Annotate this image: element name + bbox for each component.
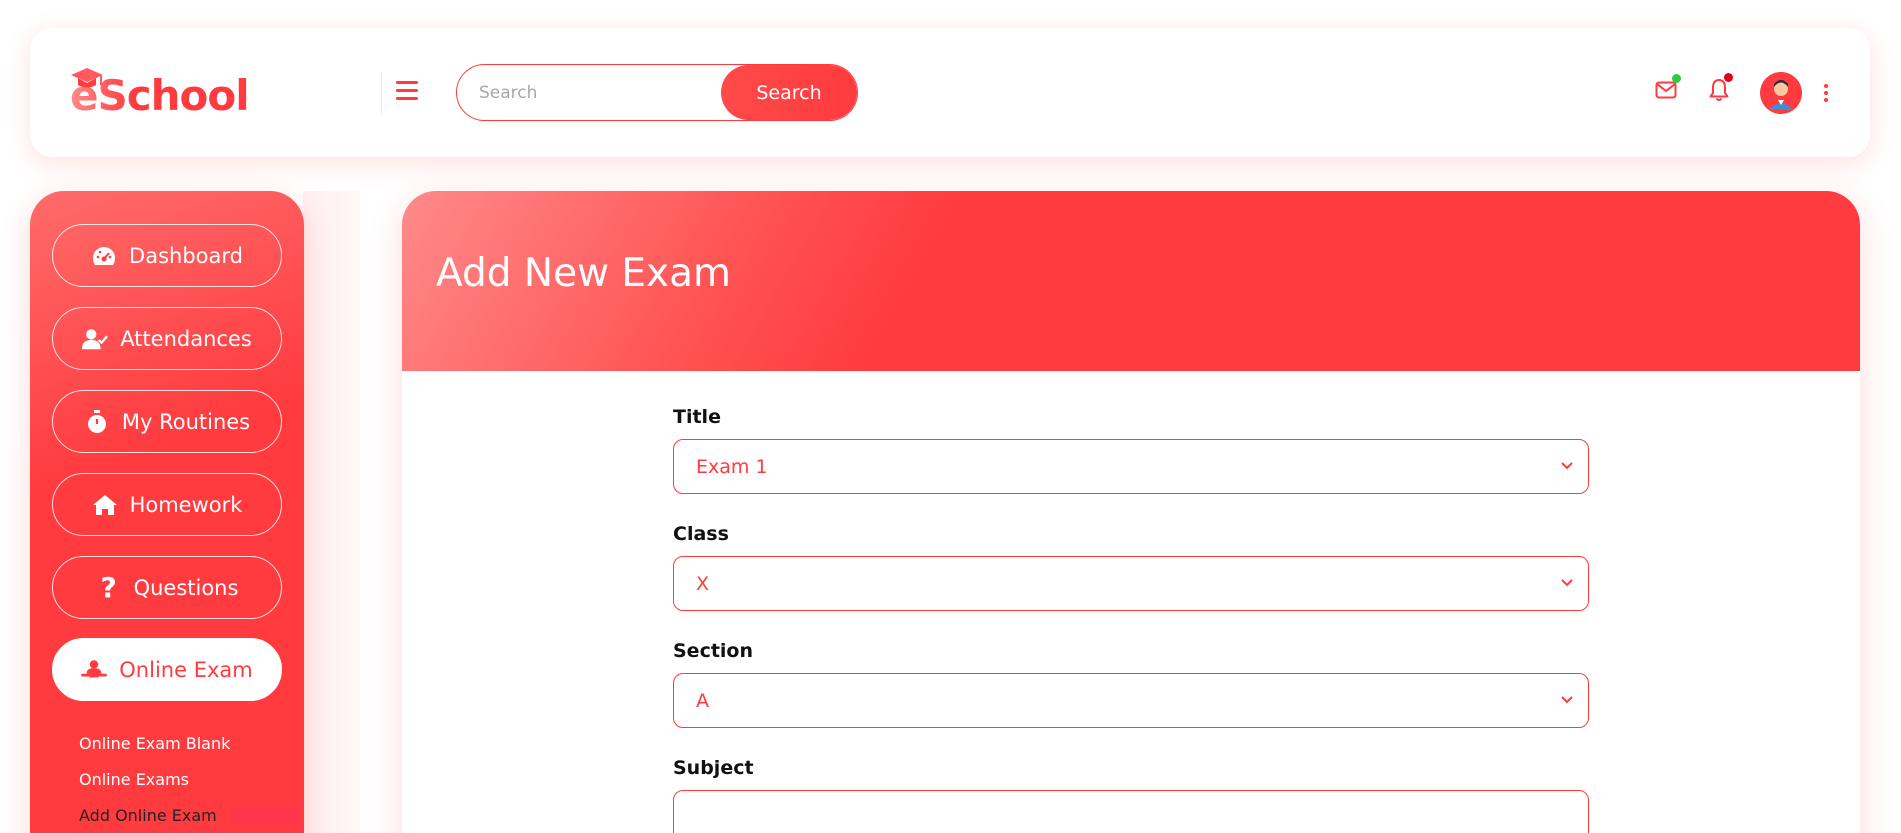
sidebar-item-homework[interactable]: Homework: [52, 473, 282, 536]
title-select[interactable]: Exam 1: [673, 439, 1589, 494]
header-divider: [381, 72, 382, 114]
page-title: Add New Exam: [436, 251, 731, 296]
question-icon: ?: [100, 571, 117, 604]
stopwatch-icon: [84, 409, 110, 434]
home-icon: [92, 493, 118, 517]
class-label: Class: [673, 523, 729, 545]
user-avatar-icon: [1760, 72, 1802, 114]
sidebar-item-label: Dashboard: [129, 243, 243, 268]
subject-select[interactable]: [673, 790, 1589, 833]
mail-icon[interactable]: [1655, 81, 1677, 99]
graduation-cap-icon: [71, 68, 103, 88]
more-vertical-icon[interactable]: [1823, 84, 1829, 102]
exam-form: Title Exam 1 Class X Section A Subject: [673, 406, 1589, 833]
title-field: Title Exam 1: [673, 406, 1589, 494]
title-label: Title: [673, 406, 721, 428]
sidebar-item-dashboard[interactable]: Dashboard: [52, 224, 282, 287]
subnav-online-exam-blank[interactable]: Online Exam Blank: [79, 734, 230, 753]
mail-notification-dot: [1672, 74, 1681, 83]
avatar[interactable]: [1760, 72, 1802, 114]
top-header: eSchool Search: [30, 28, 1870, 157]
class-select[interactable]: X: [673, 556, 1589, 611]
section-select[interactable]: A: [673, 673, 1589, 728]
subnav-online-exams[interactable]: Online Exams: [79, 770, 189, 789]
section-label: Section: [673, 640, 754, 662]
sidebar-item-label: My Routines: [121, 409, 251, 434]
sidebar-item-online-exam[interactable]: Online Exam: [52, 638, 282, 701]
online-exam-icon: [81, 658, 108, 682]
class-select-value: X: [696, 572, 710, 595]
search-bar: Search: [456, 64, 858, 121]
section-field: Section A: [673, 640, 1589, 728]
chevron-down-icon: [1561, 579, 1573, 587]
dashboard-gauge-icon: [91, 244, 117, 268]
sidebar-item-questions[interactable]: ? Questions: [52, 556, 282, 619]
chevron-down-icon: [1561, 696, 1573, 704]
sidebar-item-label: Questions: [133, 575, 239, 600]
logo[interactable]: eSchool: [70, 66, 250, 126]
sidebar-gutter: [303, 191, 360, 833]
search-button[interactable]: Search: [721, 65, 857, 120]
user-check-icon: [82, 327, 109, 351]
menu-icon[interactable]: [396, 81, 418, 101]
subnav-active-highlight: [230, 808, 300, 824]
sidebar-item-label: Online Exam: [119, 657, 253, 682]
sidebar-item-label: Homework: [129, 492, 243, 517]
sidebar-item-label: Attendances: [120, 326, 252, 351]
bell-notification-dot: [1724, 73, 1733, 82]
title-select-value: Exam 1: [696, 455, 768, 478]
subnav-add-online-exam[interactable]: Add Online Exam: [79, 806, 217, 825]
page-header: Add New Exam: [402, 191, 1860, 371]
section-select-value: A: [696, 689, 709, 712]
subject-label: Subject: [673, 757, 754, 779]
sidebar: Dashboard Attendances My Routines Homewo…: [30, 191, 304, 833]
subject-field: Subject: [673, 757, 1589, 833]
chevron-down-icon: [1561, 462, 1573, 470]
class-field: Class X: [673, 523, 1589, 611]
sidebar-item-my-routines[interactable]: My Routines: [52, 390, 282, 453]
main-card: Add New Exam Title Exam 1 Class X Sectio…: [402, 191, 1860, 833]
search-input[interactable]: [457, 65, 721, 120]
sidebar-item-attendances[interactable]: Attendances: [52, 307, 282, 370]
